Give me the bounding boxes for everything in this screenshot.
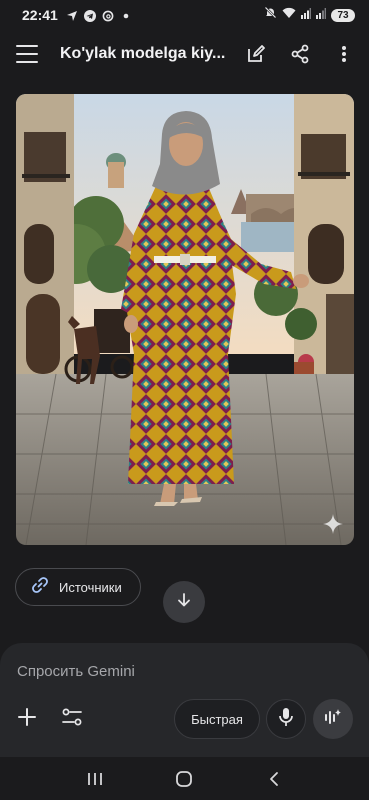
mic-icon xyxy=(278,707,294,732)
app-bar-actions xyxy=(245,43,355,65)
location-arrow-icon xyxy=(66,9,78,21)
menu-icon[interactable] xyxy=(16,45,38,63)
add-attachment-button[interactable] xyxy=(15,707,39,731)
more-vert-icon[interactable] xyxy=(333,43,355,65)
plus-icon xyxy=(17,707,37,732)
system-navigation-bar xyxy=(0,757,369,800)
link-icon xyxy=(31,576,49,599)
recent-apps-icon[interactable] xyxy=(83,767,107,791)
chat-title[interactable]: Ko'ylak modelga kiy... xyxy=(60,45,230,63)
arrow-down-icon xyxy=(176,592,192,613)
scroll-to-bottom-button[interactable] xyxy=(163,581,205,623)
dot-icon xyxy=(120,9,132,21)
mute-icon xyxy=(264,6,277,24)
tune-icon xyxy=(61,707,83,732)
tools-button[interactable] xyxy=(60,707,84,731)
live-waveform-icon xyxy=(323,707,343,732)
voice-input-button[interactable] xyxy=(266,699,306,739)
signal-icon xyxy=(301,6,311,24)
wifi-icon xyxy=(282,6,296,24)
sources-button[interactable]: Источники xyxy=(15,568,141,606)
status-time: 22:41 xyxy=(22,7,58,23)
status-system-icons: 73 xyxy=(264,6,355,24)
back-icon[interactable] xyxy=(262,767,286,791)
sources-label: Источники xyxy=(59,579,122,595)
threads-icon xyxy=(102,9,114,22)
app-bar: Ko'ylak modelga kiy... xyxy=(0,30,369,78)
battery-icon: 73 xyxy=(331,8,355,22)
sparkle-icon xyxy=(322,513,344,535)
generated-image[interactable] xyxy=(16,94,354,545)
live-mode-button[interactable] xyxy=(313,699,353,739)
status-notification-icons xyxy=(66,9,132,22)
status-bar: 22:41 73 xyxy=(0,0,369,30)
edit-icon[interactable] xyxy=(245,43,267,65)
ask-gemini-input[interactable] xyxy=(17,663,347,680)
telegram-icon xyxy=(83,9,96,22)
share-icon[interactable] xyxy=(289,43,311,65)
model-selector-button[interactable]: Быстрая xyxy=(174,699,260,739)
home-icon[interactable] xyxy=(172,767,196,791)
signal-icon xyxy=(316,6,326,24)
prompt-panel: Быстрая xyxy=(0,643,369,757)
